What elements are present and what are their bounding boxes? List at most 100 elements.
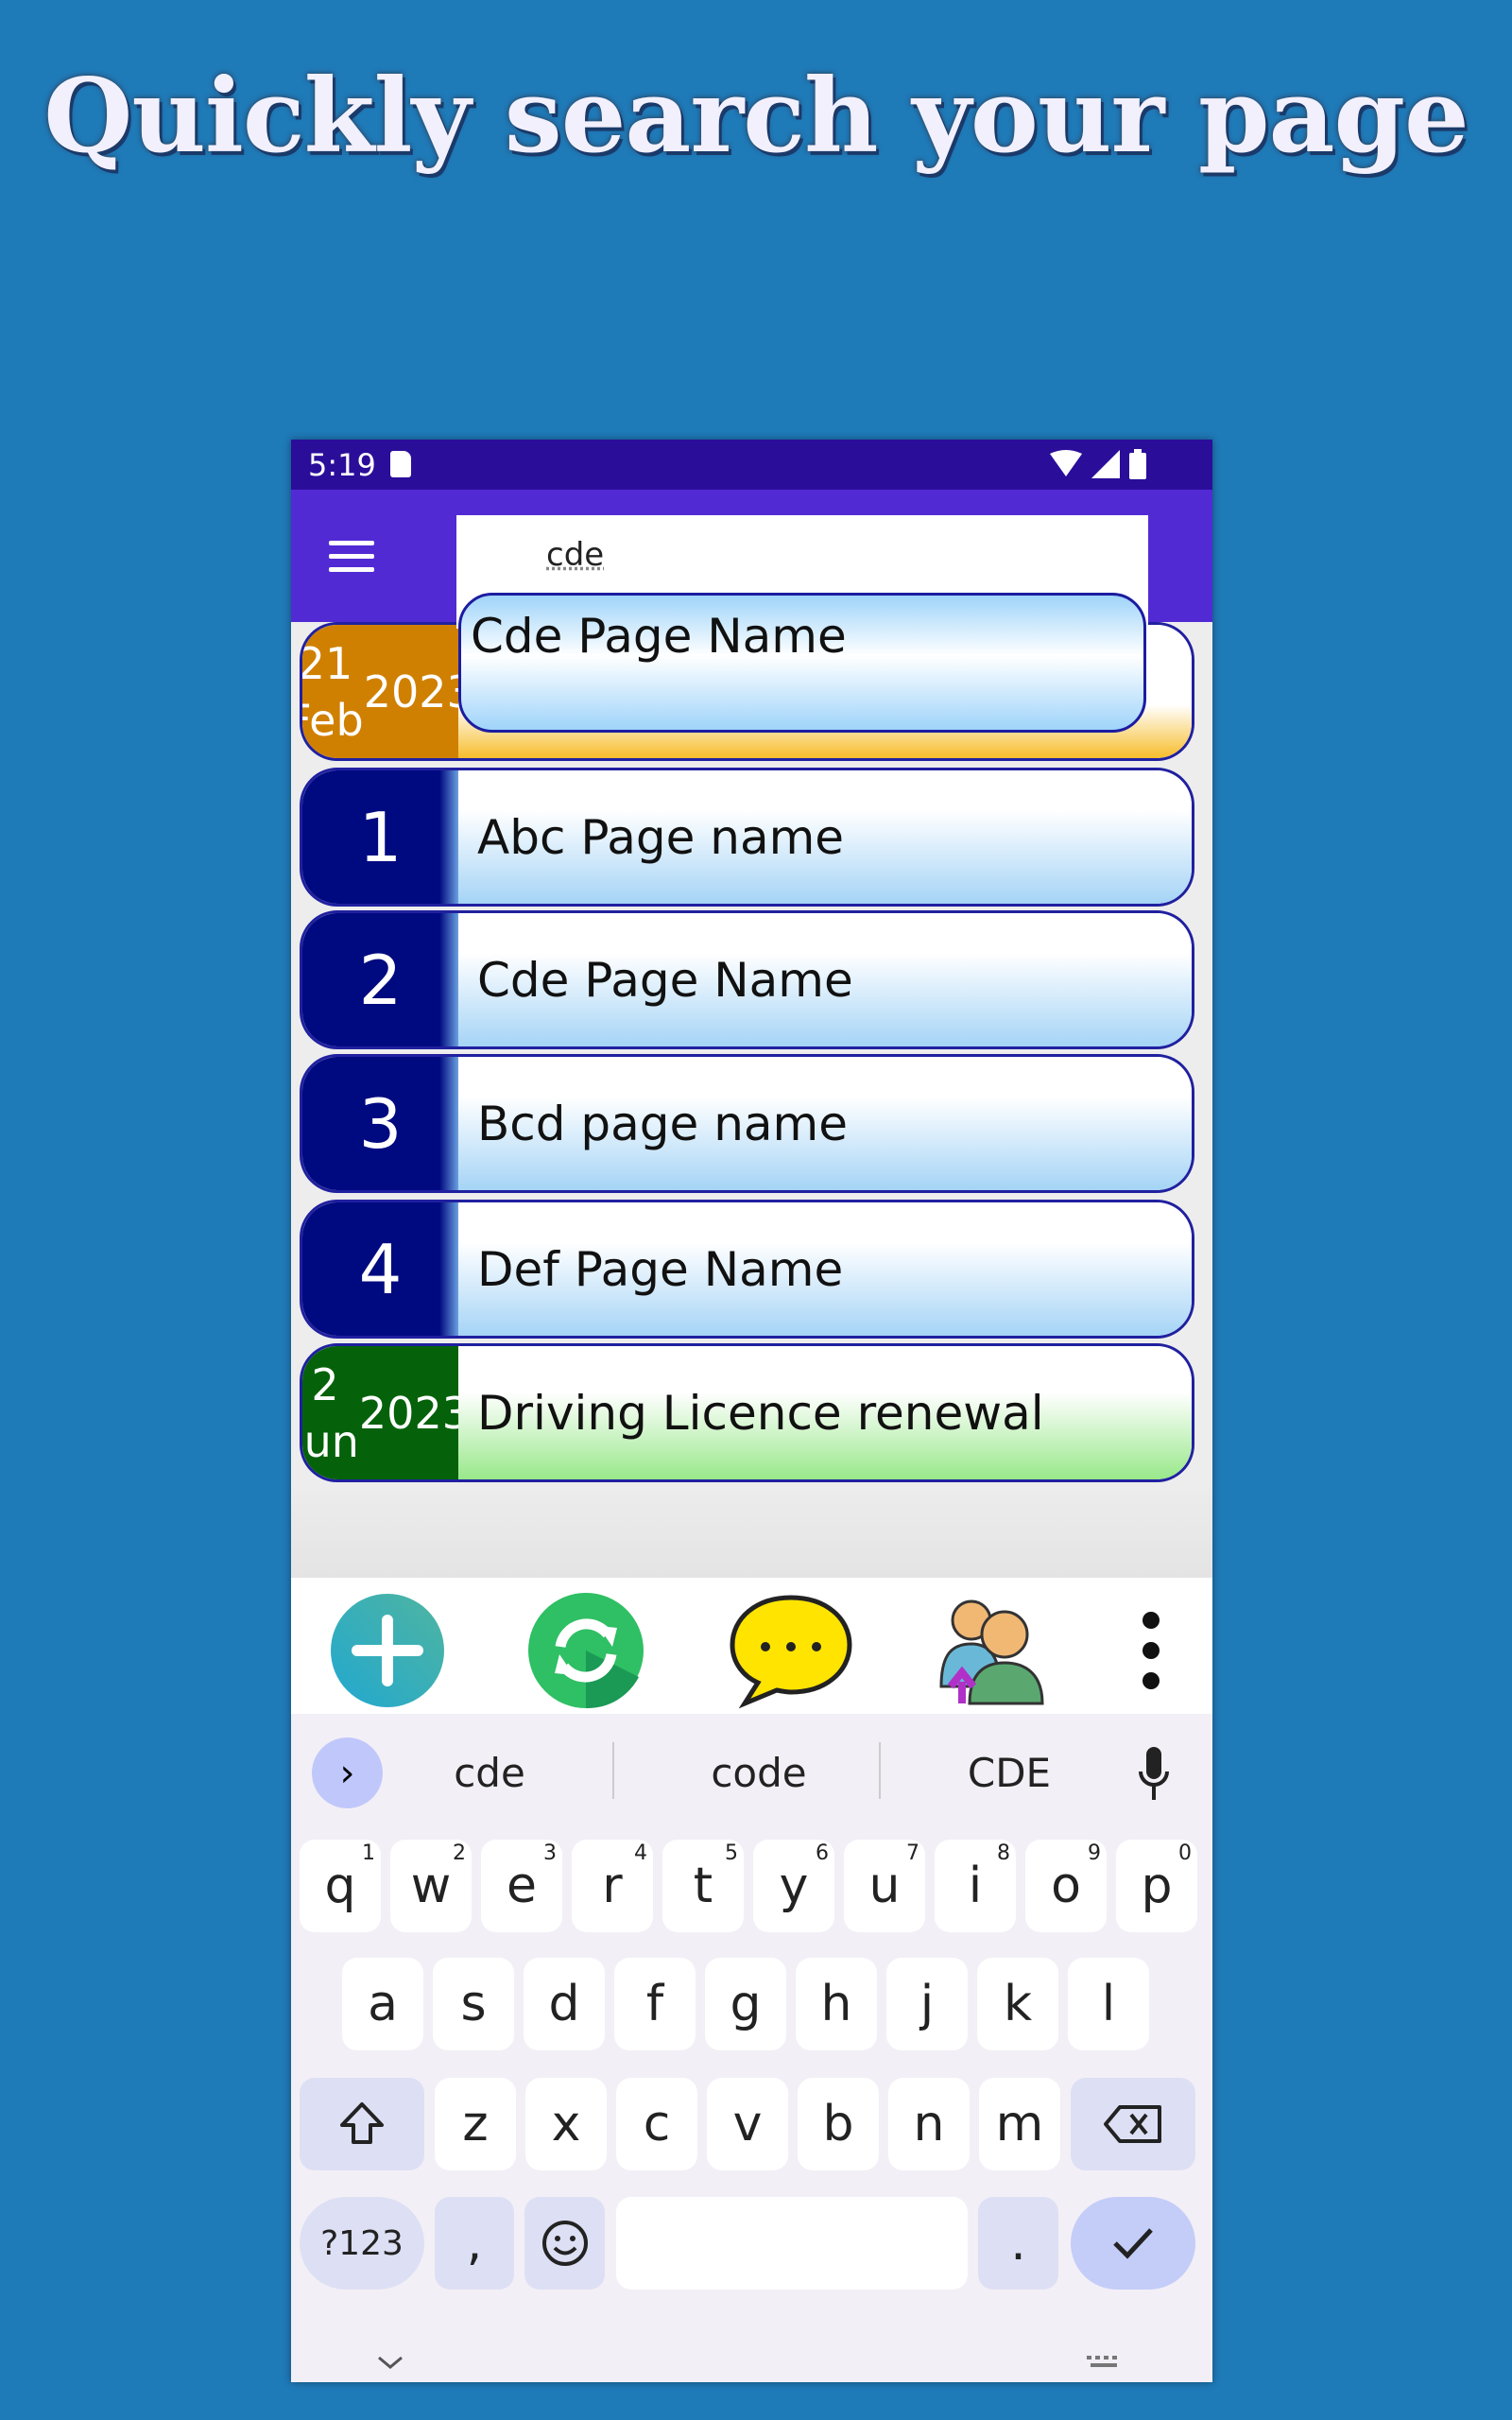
key-label: a — [368, 1976, 398, 2032]
navigation-bar — [291, 2354, 1212, 2382]
page-number: 4 — [302, 1202, 458, 1336]
key-label: ?123 — [320, 2223, 404, 2263]
battery-icon — [1129, 449, 1146, 479]
divider — [612, 1742, 614, 1799]
wifi-icon — [1050, 450, 1082, 476]
key-label: s — [460, 1976, 487, 2032]
enter-key[interactable] — [1071, 2197, 1195, 2290]
comma-key[interactable]: , — [435, 2197, 514, 2290]
hide-keyboard-icon[interactable] — [376, 2354, 404, 2373]
key-i[interactable]: i8 — [935, 1840, 1016, 1932]
key-hint: 2 — [453, 1841, 466, 1865]
microphone-icon[interactable] — [1137, 1747, 1171, 1804]
key-x[interactable]: x — [525, 2078, 607, 2170]
expand-suggestions-button[interactable]: › — [312, 1737, 383, 1808]
key-s[interactable]: s — [433, 1958, 514, 2050]
page-title: Def Page Name — [458, 1202, 1192, 1336]
key-c[interactable]: c — [616, 2078, 697, 2170]
key-label: r — [602, 1858, 623, 1914]
list-item[interactable]: 4 Def Page Name — [300, 1200, 1194, 1339]
key-hint: 4 — [634, 1841, 647, 1865]
key-j[interactable]: j — [886, 1958, 968, 2050]
key-label: n — [913, 2096, 945, 2152]
key-label: i — [968, 1858, 983, 1914]
key-k[interactable]: k — [977, 1958, 1058, 2050]
page-title: Abc Page name — [458, 770, 1192, 904]
key-label: x — [551, 2096, 581, 2152]
list-item[interactable]: 2 Jun2023Driving Licence renewal — [300, 1343, 1194, 1482]
menu-icon[interactable] — [329, 541, 374, 573]
key-v[interactable]: v — [707, 2078, 788, 2170]
suggestion-1[interactable]: cde — [395, 1737, 584, 1808]
suggestion-2[interactable]: code — [641, 1737, 877, 1808]
key-a[interactable]: a — [342, 1958, 423, 2050]
headline: Quickly search your page — [43, 57, 1469, 176]
page-title: Cde Page Name — [458, 913, 1192, 1046]
divider — [879, 1742, 881, 1799]
key-hint: 3 — [543, 1841, 557, 1865]
symbols-key[interactable]: ?123 — [300, 2197, 424, 2290]
key-label: z — [462, 2096, 489, 2152]
suggestion-label: Cde Page Name — [471, 609, 847, 664]
page-title: Driving Licence renewal — [458, 1346, 1192, 1479]
date-badge: 2 Jun2023 — [302, 1346, 470, 1479]
key-b[interactable]: b — [798, 2078, 879, 2170]
key-y[interactable]: y6 — [753, 1840, 834, 1932]
list-item[interactable]: 3 Bcd page name — [300, 1054, 1194, 1193]
key-label: q — [324, 1858, 356, 1914]
key-p[interactable]: p0 — [1116, 1840, 1197, 1932]
key-f[interactable]: f — [614, 1958, 696, 2050]
more-vert-icon[interactable] — [1132, 1592, 1170, 1709]
key-label: . — [1010, 2215, 1026, 2272]
period-key[interactable]: . — [978, 2197, 1058, 2290]
key-label: k — [1003, 1976, 1033, 2032]
status-bar: 5:19 — [291, 440, 1212, 490]
key-e[interactable]: e3 — [481, 1840, 562, 1932]
key-u[interactable]: u7 — [844, 1840, 925, 1932]
key-q[interactable]: q1 — [300, 1840, 381, 1932]
key-hint: 6 — [816, 1841, 829, 1865]
year-line: 2023 — [358, 1387, 470, 1439]
key-label: u — [868, 1858, 901, 1914]
key-label: d — [548, 1976, 580, 2032]
key-label: m — [995, 2096, 1044, 2152]
key-n[interactable]: n — [888, 2078, 970, 2170]
key-label: j — [919, 1976, 935, 2032]
key-z[interactable]: z — [435, 2078, 516, 2170]
shift-key[interactable] — [300, 2078, 424, 2170]
backspace-key[interactable] — [1071, 2078, 1195, 2170]
sync-icon[interactable] — [527, 1592, 644, 1709]
keyboard-switch-icon[interactable] — [1087, 2356, 1125, 2371]
key-r[interactable]: r4 — [572, 1840, 653, 1932]
emoji-key[interactable] — [524, 2197, 605, 2290]
key-h[interactable]: h — [796, 1958, 877, 2050]
key-l[interactable]: l — [1068, 1958, 1149, 2050]
key-d[interactable]: d — [524, 1958, 605, 2050]
status-time: 5:19 — [308, 447, 376, 483]
key-w[interactable]: w2 — [390, 1840, 472, 1932]
key-label: b — [822, 2096, 854, 2152]
space-key[interactable] — [616, 2197, 968, 2290]
chat-icon[interactable] — [728, 1592, 854, 1709]
key-hint: 8 — [997, 1841, 1010, 1865]
list-item[interactable]: 1 Abc Page name — [300, 768, 1194, 907]
key-m[interactable]: m — [979, 2078, 1060, 2170]
add-icon[interactable] — [329, 1592, 446, 1709]
date-line: 21 Feb — [300, 637, 364, 746]
key-label: e — [507, 1858, 537, 1914]
suggestion-3[interactable]: CDE — [896, 1737, 1123, 1808]
share-contacts-icon[interactable] — [934, 1592, 1051, 1709]
key-t[interactable]: t5 — [662, 1840, 744, 1932]
sd-card-icon — [390, 451, 411, 477]
key-o[interactable]: o9 — [1025, 1840, 1107, 1932]
key-hint: 9 — [1088, 1841, 1101, 1865]
key-label: h — [820, 1976, 852, 2032]
key-g[interactable]: g — [705, 1958, 786, 2050]
page-number: 1 — [302, 770, 458, 904]
key-label: w — [410, 1858, 452, 1914]
backspace-icon — [1104, 2105, 1161, 2143]
search-suggestion[interactable]: Cde Page Name — [458, 593, 1146, 733]
emoji-icon — [541, 2221, 588, 2266]
page-title: Bcd page name — [458, 1057, 1192, 1190]
list-item[interactable]: 2 Cde Page Name — [300, 910, 1194, 1049]
